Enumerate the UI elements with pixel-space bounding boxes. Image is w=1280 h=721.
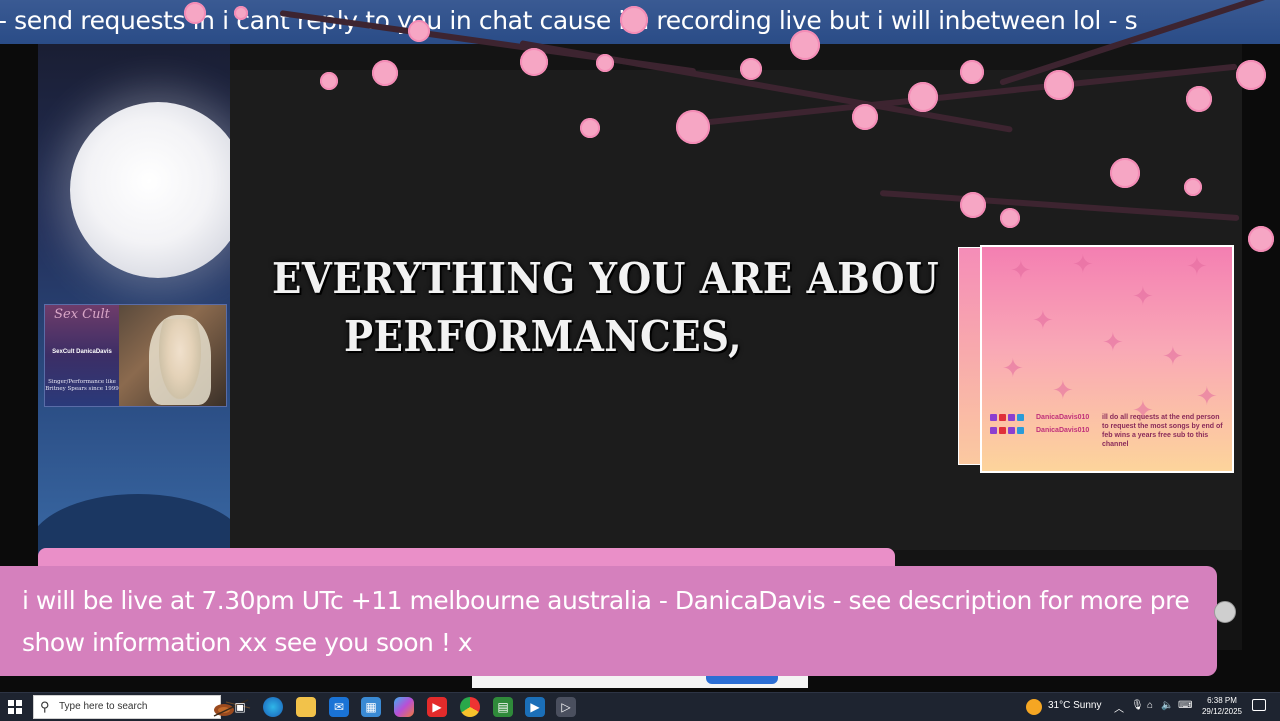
webcam-description: Singer/Performance like Britney Spears s… (45, 379, 119, 392)
slide-line-1: EVERYTHING YOU ARE ABOU (272, 254, 940, 303)
start-button[interactable] (8, 700, 22, 714)
clock[interactable]: 6:38 PM 29/12/2025 (1200, 695, 1244, 717)
clock-time: 6:38 PM (1207, 696, 1237, 705)
banner-text: i will be live at 7.30pm UTc +11 melbour… (22, 586, 1190, 657)
chat-badges (990, 426, 1028, 435)
network-icon[interactable]: ⌂ (1147, 700, 1153, 711)
store-icon[interactable]: ▦ (361, 697, 381, 717)
windows-taskbar: ⚲ Type here to search ▣ ✉ ▦ ▶ ▤ ▶ ▷ 31°C… (0, 692, 1280, 721)
file-explorer-icon[interactable] (296, 697, 316, 717)
chat-message: DanicaDavis010 (990, 426, 1089, 435)
weather-text[interactable]: 31°C Sunny (1048, 700, 1101, 711)
microphone-icon[interactable]: 🎙 (1131, 700, 1144, 711)
chat-username: DanicaDavis010 (1036, 427, 1090, 434)
media-app-icon[interactable]: ▶ (525, 697, 545, 717)
volume-icon[interactable]: 🔈 (1161, 700, 1173, 711)
youtube-icon[interactable]: ▶ (427, 697, 447, 717)
notifications-icon[interactable] (1252, 699, 1266, 711)
moon-graphic (70, 102, 230, 278)
webcam-brand-logo: Sex Cult (54, 307, 110, 322)
edge-icon[interactable] (263, 697, 283, 717)
outlook-icon[interactable]: ✉ (329, 697, 349, 717)
chevron-up-icon[interactable]: ︿ (1114, 700, 1124, 715)
task-view-icon[interactable]: ▣ (230, 697, 250, 717)
webcam-name: SexCult DanicaDavis (52, 349, 112, 355)
webcam-thumbnail: Sex Cult SexCult DanicaDavis Singer/Perf… (44, 304, 227, 407)
clock-date: 29/12/2025 (1201, 707, 1243, 716)
chat-widget: ✦ ✦ ✦ ✦ ✦ ✦ ✦ ✦ ✦ ✦ ✦ DanicaDavis010 ill… (980, 245, 1234, 473)
recorder-app-icon[interactable]: ▷ (556, 697, 576, 717)
chat-username: DanicaDavis010 (1036, 414, 1090, 421)
ticker-text: - send requests in i cant reply to you i… (0, 6, 1138, 35)
search-icon: ⚲ (40, 699, 50, 714)
copilot-icon[interactable] (394, 697, 414, 717)
announcement-banner: i will be live at 7.30pm UTc +11 melbour… (0, 566, 1217, 676)
spreadsheet-icon[interactable]: ▤ (493, 697, 513, 717)
chat-message: DanicaDavis010 ill do all requests at th… (990, 413, 1223, 448)
webcam-video (119, 305, 226, 406)
taskbar-search[interactable]: ⚲ Type here to search (33, 695, 251, 719)
dialog-button[interactable] (706, 676, 778, 684)
chrome-icon[interactable] (460, 697, 480, 717)
chat-message-text: ill do all requests at the end person to… (1102, 414, 1223, 448)
overlay-round-button[interactable] (1214, 601, 1236, 623)
chat-badges (990, 413, 1028, 422)
weather-icon[interactable] (1026, 699, 1042, 715)
keyboard-icon[interactable]: ⌨ (1178, 700, 1192, 711)
slide-line-2: PERFORMANCES, (344, 312, 743, 361)
performer-face (159, 319, 201, 399)
search-placeholder: Type here to search (59, 701, 148, 712)
webcam-brand-panel: Sex Cult SexCult DanicaDavis Singer/Perf… (45, 305, 119, 406)
